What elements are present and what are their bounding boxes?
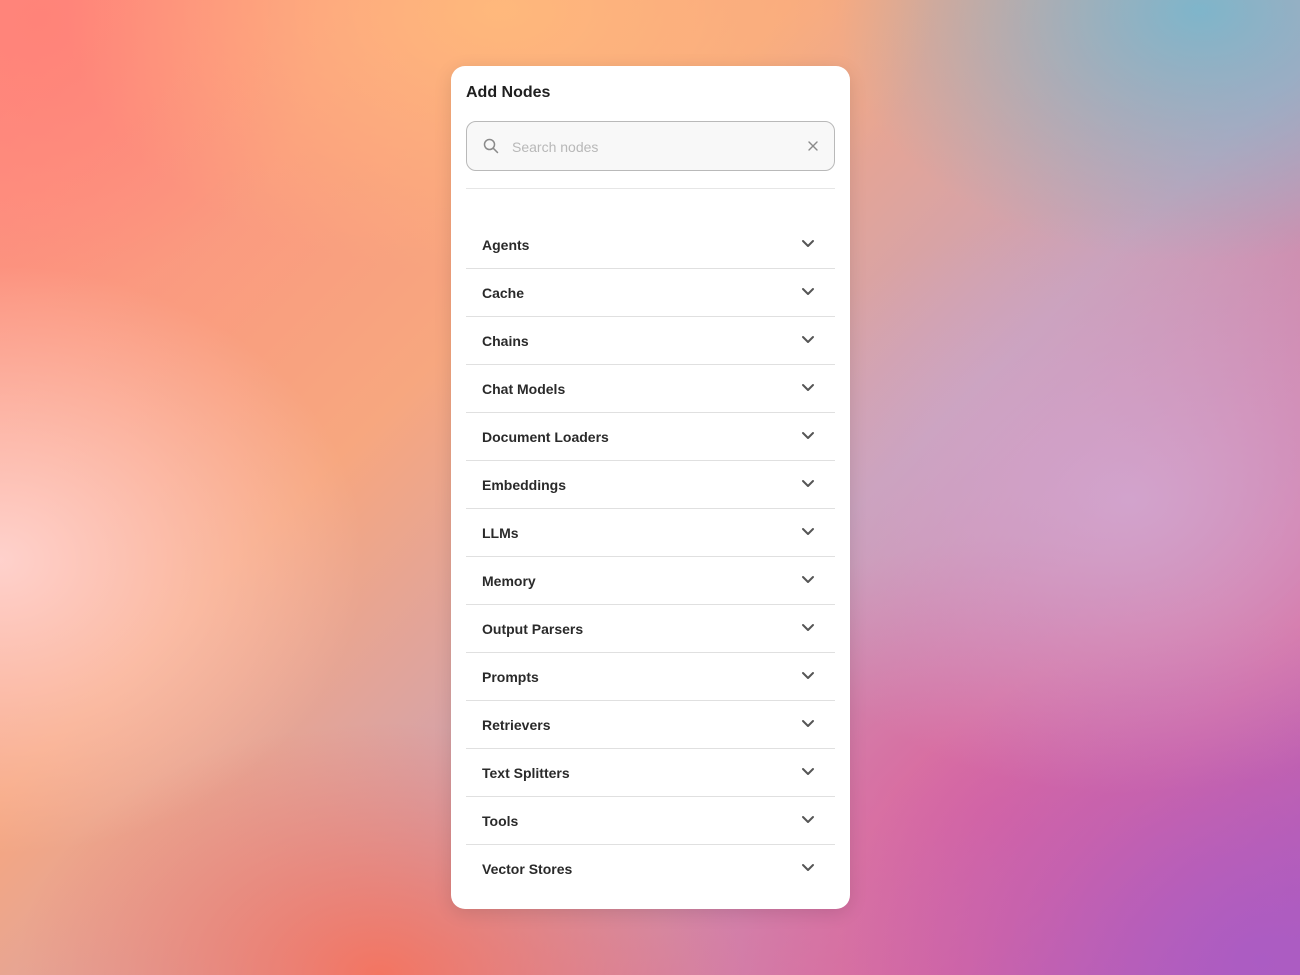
category-label: Chat Models	[482, 381, 566, 397]
category-item-chat-models[interactable]: Chat Models	[466, 365, 835, 413]
chevron-down-icon[interactable]	[801, 815, 815, 825]
category-item-embeddings[interactable]: Embeddings	[466, 461, 835, 509]
category-item-cache[interactable]: Cache	[466, 269, 835, 317]
category-item-tools[interactable]: Tools	[466, 797, 835, 845]
category-item-agents[interactable]: Agents	[466, 221, 835, 269]
chevron-down-icon[interactable]	[801, 239, 815, 249]
add-nodes-panel: Add Nodes Agents Cache Chains Chat Model…	[451, 66, 850, 909]
category-item-memory[interactable]: Memory	[466, 557, 835, 605]
panel-title: Add Nodes	[466, 84, 551, 101]
divider	[466, 188, 835, 189]
category-item-vector-stores[interactable]: Vector Stores	[466, 845, 835, 893]
chevron-down-icon[interactable]	[801, 623, 815, 633]
category-label: Document Loaders	[482, 429, 609, 445]
chevron-down-icon[interactable]	[801, 287, 815, 297]
search-box[interactable]	[466, 121, 835, 171]
category-item-chains[interactable]: Chains	[466, 317, 835, 365]
chevron-down-icon[interactable]	[801, 671, 815, 681]
category-label: LLMs	[482, 525, 519, 541]
chevron-down-icon[interactable]	[801, 527, 815, 537]
category-item-llms[interactable]: LLMs	[466, 509, 835, 557]
chevron-down-icon[interactable]	[801, 383, 815, 393]
category-label: Cache	[482, 285, 525, 301]
category-label: Prompts	[482, 669, 539, 685]
category-item-output-parsers[interactable]: Output Parsers	[466, 605, 835, 653]
category-label: Agents	[482, 237, 530, 253]
category-item-text-splitters[interactable]: Text Splitters	[466, 749, 835, 797]
chevron-down-icon[interactable]	[801, 719, 815, 729]
category-item-document-loaders[interactable]: Document Loaders	[466, 413, 835, 461]
chevron-down-icon[interactable]	[801, 575, 815, 585]
search-input[interactable]	[510, 134, 794, 160]
category-label: Memory	[482, 573, 536, 589]
chevron-down-icon[interactable]	[801, 767, 815, 777]
category-label: Output Parsers	[482, 621, 584, 637]
category-label: Vector Stores	[482, 861, 573, 877]
chevron-down-icon[interactable]	[801, 431, 815, 441]
category-label: Chains	[482, 333, 529, 349]
category-label: Text Splitters	[482, 765, 570, 781]
category-label: Embeddings	[482, 477, 567, 493]
category-label: Tools	[482, 813, 519, 829]
category-item-prompts[interactable]: Prompts	[466, 653, 835, 701]
category-list: Agents Cache Chains Chat Models Document…	[466, 221, 835, 893]
search-icon	[483, 138, 499, 154]
category-label: Retrievers	[482, 717, 551, 733]
close-icon[interactable]	[806, 139, 820, 153]
category-item-retrievers[interactable]: Retrievers	[466, 701, 835, 749]
chevron-down-icon[interactable]	[801, 479, 815, 489]
chevron-down-icon[interactable]	[801, 335, 815, 345]
chevron-down-icon[interactable]	[801, 863, 815, 873]
